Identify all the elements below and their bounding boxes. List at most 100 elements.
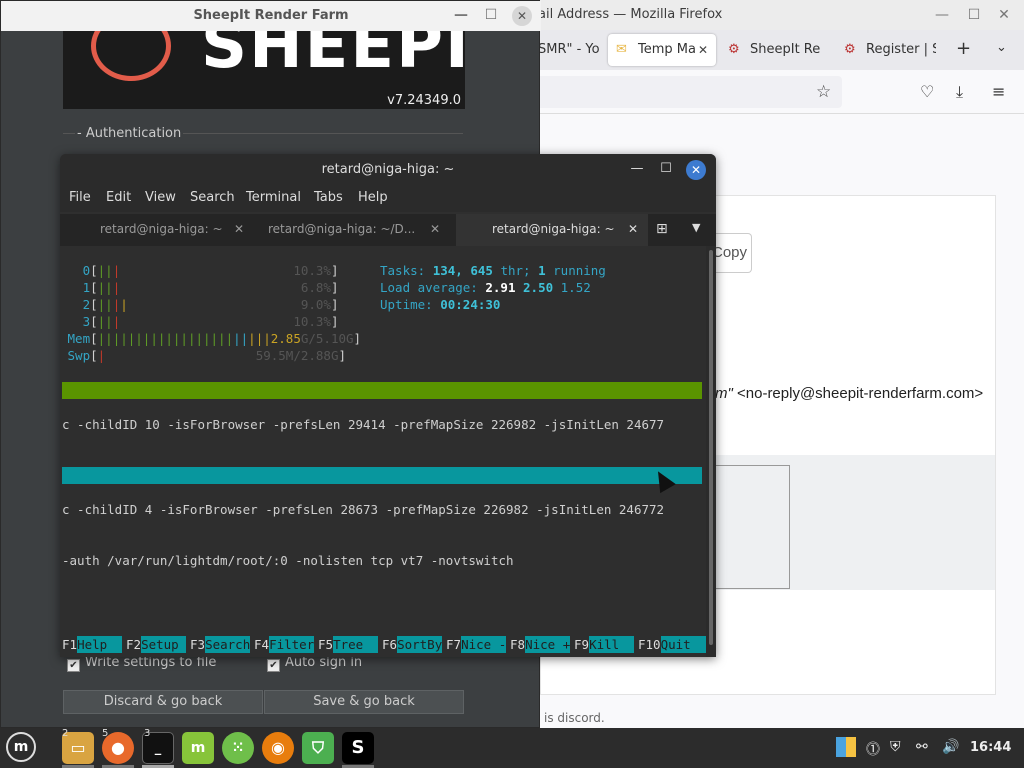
auth-section-label: - Authentication bbox=[75, 126, 184, 141]
menu-view[interactable]: View bbox=[145, 190, 176, 205]
bookmark-star-icon[interactable]: ☆ bbox=[816, 82, 831, 102]
selected-process-row[interactable] bbox=[62, 467, 702, 484]
close-tab-icon[interactable]: ✕ bbox=[628, 214, 638, 244]
f10-quit-key[interactable]: F10Quit bbox=[638, 636, 706, 653]
sheepit-favicon-icon: ⚙ bbox=[728, 42, 740, 57]
firefox-tab-active[interactable]: ✉ Temp Ma ✕ bbox=[608, 34, 716, 66]
clock[interactable]: 16:44 bbox=[970, 740, 1011, 755]
calculator-icon[interactable]: ⁙ bbox=[222, 732, 254, 764]
volume-icon[interactable]: 🔊 bbox=[942, 739, 959, 755]
terminal-window-count: 3 bbox=[144, 728, 151, 739]
terminal-title: retard@niga-higa: ~ bbox=[321, 162, 455, 177]
menu-terminal[interactable]: Terminal bbox=[246, 190, 301, 205]
close-icon[interactable]: ✕ bbox=[512, 6, 532, 26]
maximize-icon[interactable]: ☐ bbox=[964, 6, 984, 24]
f7-nice-minus-key[interactable]: F7Nice - bbox=[446, 636, 507, 653]
files-window-count: 2 bbox=[62, 728, 69, 739]
url-bar[interactable] bbox=[530, 76, 842, 108]
f9-kill-key[interactable]: F9Kill bbox=[574, 636, 635, 653]
scrollbar-thumb[interactable] bbox=[709, 250, 713, 645]
shield-icon[interactable]: ⛉ bbox=[302, 732, 334, 764]
minimize-icon[interactable]: — bbox=[451, 7, 471, 23]
close-tab-icon[interactable]: ✕ bbox=[234, 214, 244, 244]
f1-help-key[interactable]: F1Help bbox=[62, 636, 123, 653]
process-row[interactable]: -auth /var/run/lightdm/root/:0 -nolisten… bbox=[62, 552, 514, 569]
tasks-line: Tasks: 134, 645 thr; 1 running bbox=[380, 263, 606, 278]
load-line: Load average: 2.91 2.50 1.52 bbox=[380, 280, 591, 295]
tab-label: Temp Ma bbox=[638, 42, 696, 57]
minimize-icon[interactable]: — bbox=[932, 6, 952, 24]
mail-icon: ✉ bbox=[616, 42, 627, 57]
cpu-meter: 0[||| 10.3%] bbox=[82, 263, 339, 278]
sheepit-banner: SHEEPIT v7.24349.0 bbox=[63, 31, 465, 109]
mintupdate-icon[interactable]: m bbox=[182, 732, 214, 764]
cpu-meter: 3[||| 10.3%] bbox=[82, 314, 339, 329]
new-tab-button[interactable]: + bbox=[956, 38, 971, 59]
taskbar: m ▭ 2 ● 5 _ 3 m ⁙ ◉ ⛉ S ⓵ ⛨ ⚯ 🔊 16:44 bbox=[0, 728, 1024, 768]
close-icon[interactable]: ✕ bbox=[686, 160, 706, 180]
process-row[interactable]: c -childID 10 -isForBrowser -prefsLen 29… bbox=[62, 416, 664, 433]
tab-label: retard@niga-higa: ~ bbox=[100, 222, 223, 236]
auto-signin-label: Auto sign in bbox=[285, 655, 363, 670]
process-header-bar bbox=[62, 382, 702, 399]
menu-tabs[interactable]: Tabs bbox=[314, 190, 343, 205]
close-tab-icon[interactable]: ✕ bbox=[698, 34, 708, 66]
menu-icon[interactable]: ≡ bbox=[992, 82, 1005, 101]
terminal-menubar: File Edit View Search Terminal Tabs Help bbox=[60, 186, 716, 212]
terminal-scrollbar[interactable] bbox=[706, 246, 716, 657]
tab-label: retard@niga-higa: ~ bbox=[492, 222, 615, 236]
tab-menu-icon[interactable]: ▼ bbox=[692, 221, 700, 234]
list-tabs-icon[interactable]: ⌄ bbox=[996, 40, 1007, 55]
blender-icon[interactable]: ◉ bbox=[262, 732, 294, 764]
firefox-tab[interactable]: ⚙ Register | S bbox=[836, 34, 936, 66]
tab-label: Register | S bbox=[866, 42, 936, 57]
f6-sortby-key[interactable]: F6SortBy bbox=[382, 636, 443, 653]
terminal-tab-active[interactable]: retard@niga-higa: ~ ✕ bbox=[456, 214, 648, 246]
sheepit-app-icon[interactable]: S bbox=[342, 732, 374, 764]
f2-setup-key[interactable]: F2Setup bbox=[126, 636, 187, 653]
save-button[interactable]: Save & go back bbox=[264, 690, 464, 714]
checkbox-icon: ✔ bbox=[267, 659, 280, 672]
close-tab-icon[interactable]: ✕ bbox=[430, 214, 440, 244]
network-icon[interactable]: ⚯ bbox=[916, 739, 928, 755]
menu-file[interactable]: File bbox=[69, 190, 91, 205]
f8-nice-plus-key[interactable]: F8Nice + bbox=[510, 636, 571, 653]
terminal-tab[interactable]: retard@niga-higa: ~/D... ✕ bbox=[254, 214, 450, 246]
new-tab-icon[interactable]: ⊞ bbox=[656, 221, 668, 237]
close-icon[interactable]: ✕ bbox=[994, 6, 1014, 24]
swp-meter: Swp[| 59.5M/2.88G] bbox=[67, 348, 347, 363]
f5-tree-key[interactable]: F5Tree bbox=[318, 636, 379, 653]
update-shield-icon[interactable]: ⛨ bbox=[890, 739, 901, 755]
sheepit-titlebar: SheepIt Render Farm — ☐ ✕ bbox=[1, 1, 541, 31]
terminal-window: retard@niga-higa: ~ — ☐ ✕ File Edit View… bbox=[60, 154, 716, 657]
firefox-title: ail Address — Mozilla Firefox bbox=[538, 7, 723, 22]
f3-search-key[interactable]: F3Search bbox=[190, 636, 251, 653]
terminal-tabbar: retard@niga-higa: ~ ✕ retard@niga-higa: … bbox=[60, 214, 716, 246]
write-settings-checkbox[interactable]: ✔ Write settings to file bbox=[67, 655, 216, 672]
cpu-meter: 1[||| 6.8%] bbox=[82, 280, 339, 295]
pocket-icon[interactable]: ♡ bbox=[920, 82, 934, 101]
maximize-icon[interactable]: ☐ bbox=[657, 161, 675, 176]
tray-app-icon[interactable] bbox=[836, 737, 856, 757]
terminal-tab[interactable]: retard@niga-higa: ~ ✕ bbox=[60, 214, 254, 246]
discard-button[interactable]: Discard & go back bbox=[63, 690, 263, 714]
f4-filter-key[interactable]: F4Filter bbox=[254, 636, 315, 653]
firefox-tab[interactable]: ⚙ SheepIt Re bbox=[722, 34, 830, 66]
mem-meter: Mem[|||||||||||||||||||||||2.85G/5.10G] bbox=[67, 331, 362, 346]
minimize-icon[interactable]: — bbox=[628, 161, 646, 176]
notification-icon[interactable]: ⓵ bbox=[866, 739, 880, 759]
auto-signin-checkbox[interactable]: ✔ Auto sign in bbox=[267, 655, 362, 672]
menu-help[interactable]: Help bbox=[358, 190, 388, 205]
email-sender: rm" <no-reply@sheepit-renderfarm.com> bbox=[710, 385, 983, 402]
firefox-navbar: ☆ ♡ ⤓ ≡ bbox=[530, 70, 1024, 114]
menu-search[interactable]: Search bbox=[190, 190, 235, 205]
copy-button[interactable]: Copy bbox=[710, 233, 752, 273]
menu-edit[interactable]: Edit bbox=[106, 190, 131, 205]
download-icon[interactable]: ⤓ bbox=[956, 82, 963, 102]
maximize-icon[interactable]: ☐ bbox=[481, 7, 501, 23]
firefox-window-count: 5 bbox=[102, 728, 109, 739]
mint-menu-icon[interactable]: m bbox=[6, 732, 36, 762]
process-row[interactable]: c -childID 4 -isForBrowser -prefsLen 286… bbox=[62, 501, 664, 518]
firefox-tab[interactable]: SMR" - Yo bbox=[530, 34, 604, 66]
footer-text: is discord. bbox=[544, 711, 605, 725]
